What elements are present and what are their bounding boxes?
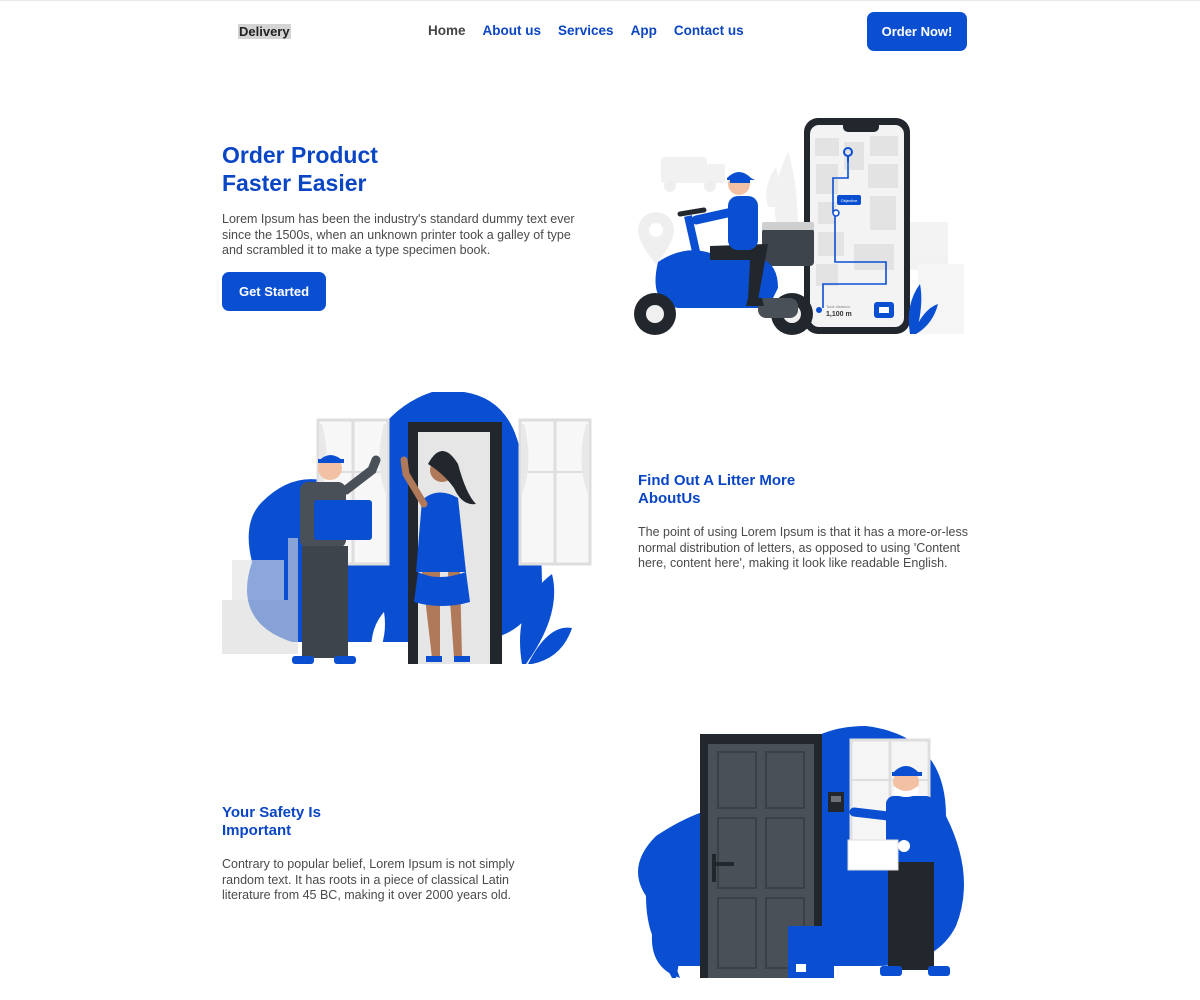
scooter-delivery-illustration: Objective Total distance 1,100 m [634, 118, 964, 335]
get-started-button[interactable]: Get Started [222, 272, 326, 311]
nav-link-services[interactable]: Services [558, 23, 614, 39]
nav-menu: Home About us Services App Contact us [428, 23, 761, 39]
safety-title: Your Safety Is Important [222, 804, 422, 840]
distance-label: Total distance [826, 304, 851, 309]
nav-link-home[interactable]: Home [428, 23, 466, 39]
about-description: The point of using Lorem Ipsum is that i… [638, 525, 969, 570]
nav-link-about[interactable]: About us [483, 23, 542, 39]
hero-description: Lorem Ipsum has been the industry's stan… [222, 212, 575, 257]
door-delivery-illustration [222, 392, 592, 664]
hero-title-line2: Faster Easier [222, 170, 367, 196]
about-title-line2: AboutUs [638, 490, 701, 507]
order-now-button[interactable]: Order Now! [867, 12, 967, 51]
hero-title-line1: Order Product [222, 142, 378, 168]
map-objective-tag: Objective [841, 198, 858, 203]
safety-title-line1: Your Safety Is [222, 804, 321, 821]
nav-link-app[interactable]: App [631, 23, 657, 39]
distance-value: 1,100 m [826, 311, 852, 318]
safety-title-line2: Important [222, 822, 292, 839]
navbar: Delivery Home About us Services App Cont… [0, 0, 1200, 62]
hero-title: Order Product Faster Easier [222, 141, 582, 197]
nav-link-contact[interactable]: Contact us [674, 23, 744, 39]
safe-delivery-illustration [638, 726, 964, 978]
about-title: Find Out A Litter More AboutUs [638, 472, 838, 508]
logo[interactable]: Delivery [238, 24, 291, 39]
safety-description: Contrary to popular belief, Lorem Ipsum … [222, 857, 515, 902]
about-title-line1: Find Out A Litter More [638, 472, 796, 489]
